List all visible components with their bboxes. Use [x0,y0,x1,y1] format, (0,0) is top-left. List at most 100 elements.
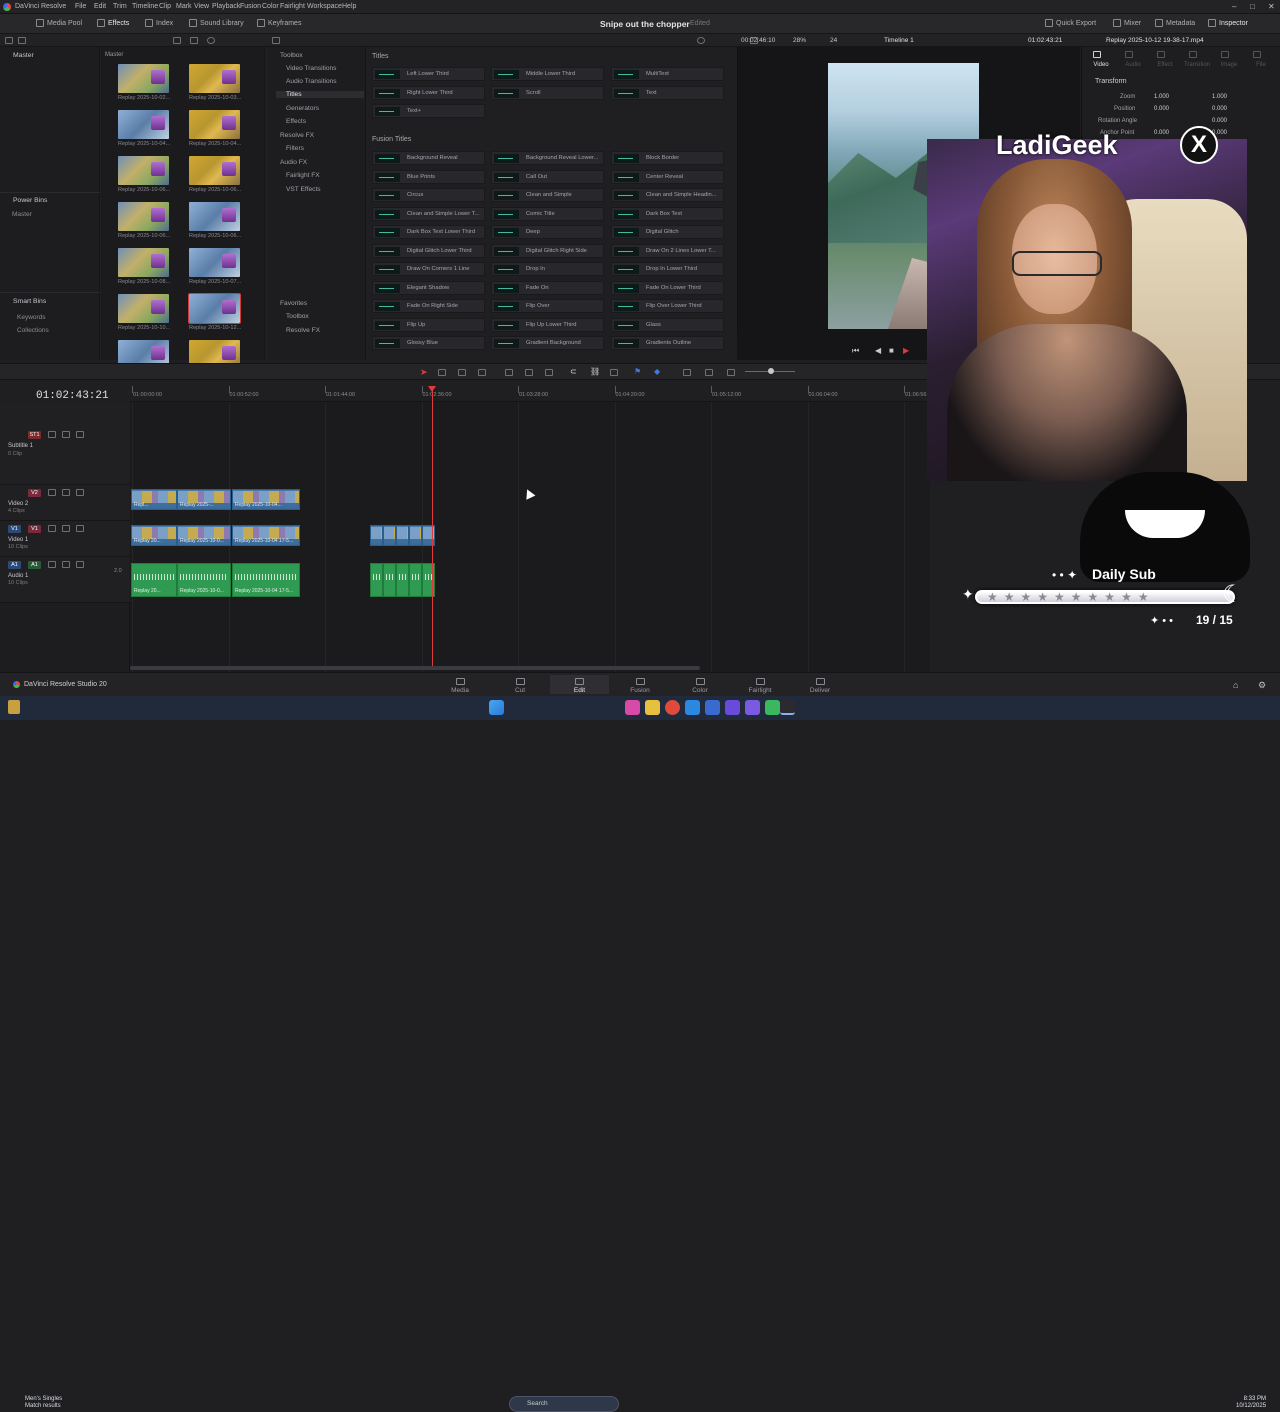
edge-icon[interactable] [685,700,700,715]
inspector-tab-transition[interactable] [1189,51,1197,58]
title-preset[interactable]: Text+ [372,104,485,118]
toolbox-item-resolve-fx[interactable]: Resolve FX [280,132,314,139]
taskbar-search[interactable]: Search [509,1396,619,1412]
toolbox-item-audio-transitions[interactable]: Audio Transitions [286,78,337,85]
v1-clip-short[interactable] [422,525,435,546]
page-tab-edit[interactable]: Edit [550,675,609,694]
track-eye-icon[interactable] [62,525,70,532]
marker-icon[interactable]: ◆ [654,367,660,376]
index-button[interactable]: Index [145,19,173,27]
page-tab-media[interactable]: Media [430,678,490,694]
fusion-title-preset[interactable]: Elegant Shadow [372,280,485,295]
page-tab-fusion[interactable]: Fusion [610,678,670,694]
fusion-title-preset[interactable]: Clean and Simple Headin... [611,188,724,202]
toolbox-item-vst-effects[interactable]: VST Effects [286,186,321,193]
toolbox-item-toolbox[interactable]: Toolbox [280,52,303,59]
toolbox-item-audio-fx[interactable]: Audio FX [280,159,307,166]
smart-bin-keywords[interactable]: Keywords [17,314,46,321]
file-explorer-icon[interactable] [645,700,660,715]
inspector-tab-video[interactable] [1093,51,1101,58]
playhead[interactable] [428,386,436,666]
fusion-title-preset[interactable]: Flip Up [372,317,485,332]
play-icon[interactable]: ▶ [903,346,909,355]
home-icon[interactable]: ⌂ [1233,680,1238,690]
effects-button[interactable]: Effects [97,19,129,27]
clip-thumbnail[interactable] [189,64,240,93]
chrome-icon[interactable] [665,700,680,715]
track-monitor-icon[interactable] [76,431,84,438]
widget-icon[interactable] [8,700,20,714]
v1-clip-short[interactable] [383,525,396,546]
fusion-title-preset[interactable]: Draw On 2 Lines Lower T... [611,243,724,258]
fusion-title-preset[interactable]: Gradient Background [491,336,604,350]
fusion-title-preset[interactable]: Block Border [611,151,724,165]
search-icon[interactable] [207,37,215,44]
quick-export-button[interactable]: Quick Export [1045,19,1096,27]
skip-back-icon[interactable]: ⏮ [852,346,859,356]
track-eye-icon[interactable] [62,431,70,438]
toolbox-item-titles[interactable]: Titles [276,91,364,98]
fusion-title-preset[interactable]: Deep [491,225,604,239]
metadata-button[interactable]: Metadata [1155,19,1195,27]
v1-clip-short[interactable] [370,525,383,546]
toolbox-item-favorites[interactable]: Favorites [280,300,307,307]
title-preset[interactable]: Left Lower Third [372,67,485,81]
track-header-a1[interactable]: A1 A1 Audio 1 10 Clips [0,557,130,603]
track-header-v2[interactable]: V2 Video 24 Clips [0,485,130,521]
mixer-button[interactable]: Mixer [1113,19,1141,27]
fusion-title-preset[interactable]: Center Reveal [611,169,724,184]
fusion-title-preset[interactable]: Flip Over [491,299,604,313]
v1-clip[interactable]: Replay 2025-10-0... [177,525,231,546]
clip-thumbnail[interactable] [118,294,169,323]
windows-start-icon[interactable] [489,700,504,715]
zoom-slider-handle[interactable] [768,368,774,374]
transform-section[interactable]: Transform [1095,78,1127,85]
toolbox-item-resolve-fx[interactable]: Resolve FX [286,327,320,334]
toolbox-item-effects[interactable]: Effects [286,118,306,125]
widget-text[interactable]: Men's Singles Match results [25,1396,62,1410]
clip-thumbnail[interactable] [189,202,240,231]
inspector-tab-file[interactable] [1253,51,1261,58]
fusion-title-preset[interactable]: Dark Box Text Lower Third [372,225,485,239]
close-icon[interactable]: ✕ [1268,2,1275,11]
fusion-title-preset[interactable]: Drop In [491,262,604,276]
menu-item-color[interactable]: Color [262,3,279,10]
fusion-title-preset[interactable]: Glossy Blue [372,336,485,350]
fusion-title-preset[interactable]: Digital Glitch Right Side [491,243,604,258]
v1-clip[interactable]: Replay 20... [131,525,177,546]
snapping-icon[interactable]: ⊂ [570,367,577,376]
page-tab-color[interactable]: Color [670,678,730,694]
minimize-icon[interactable]: – [1232,2,1236,11]
toolbox-toggle-icon[interactable] [272,37,280,44]
replace-clip-icon[interactable] [545,369,553,376]
toolbox-item-toolbox[interactable]: Toolbox [286,313,309,320]
fusion-title-preset[interactable]: Fade On [491,280,604,295]
title-preset[interactable]: Right Lower Third [372,85,485,100]
fusion-title-preset[interactable]: Glass [611,317,724,332]
menu-item-timeline[interactable]: Timeline [132,3,158,10]
menu-item-playback[interactable]: Playback [212,3,240,10]
position-x-value[interactable]: 0.000 [1154,106,1169,112]
smart-bin-collections[interactable]: Collections [17,327,49,334]
track-header-st1[interactable]: ST1 Subtitle 1 0 Clip [0,402,130,485]
a1-clip[interactable]: Replay 20... [131,563,177,597]
a1-clip[interactable]: Replay 2025-10-0... [177,563,231,597]
settings-icon[interactable]: ⚙ [1258,680,1266,691]
play-reverse-icon[interactable]: ◀ [875,346,881,355]
zoom-custom-icon[interactable] [727,369,735,376]
track-lock-icon[interactable] [48,561,56,568]
trim-tool-icon[interactable] [438,369,446,376]
maximize-icon[interactable]: □ [1250,2,1255,11]
a1-clip-short[interactable] [383,563,396,597]
menu-item-mark[interactable]: Mark [176,3,192,10]
fusion-title-preset[interactable]: Gradients Outline [611,336,724,350]
clip-thumbnail[interactable] [189,110,240,139]
clip-thumbnail[interactable] [118,202,169,231]
track-eye-icon[interactable] [62,489,70,496]
app-icon[interactable] [765,700,780,715]
timeline-name[interactable]: Timeline 1 [884,37,914,44]
anchor-x-value[interactable]: 0.000 [1154,130,1169,136]
insert-clip-icon[interactable] [505,369,513,376]
a1-clip-short[interactable] [422,563,435,597]
flag-icon[interactable]: ⚑ [634,367,641,376]
